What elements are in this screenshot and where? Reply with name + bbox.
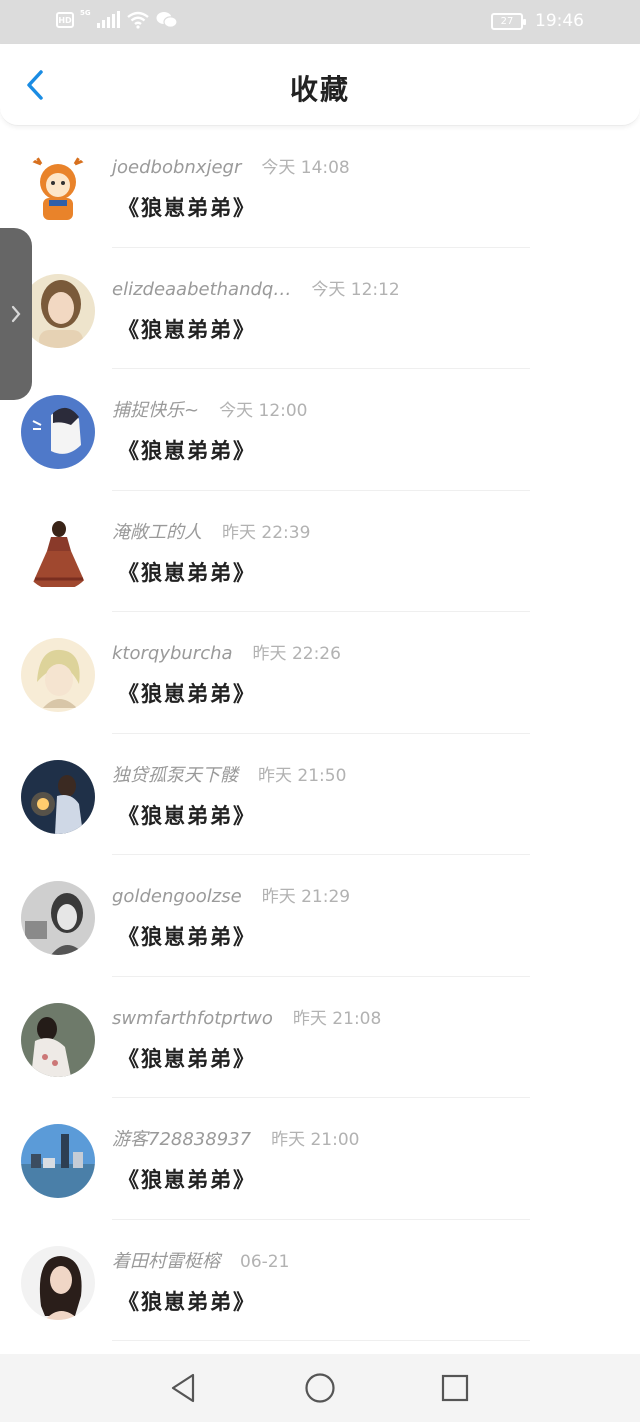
timestamp: 昨天 22:39	[222, 522, 311, 543]
timestamp: 06-21	[240, 1251, 290, 1272]
meta-line: 捕捉快乐~ 今天 12:00	[112, 396, 308, 422]
meta-line: ktorqyburcha 昨天 22:26	[112, 639, 341, 664]
nav-back-button[interactable]	[165, 1370, 201, 1406]
list-item[interactable]: goldengoolzse 昨天 21:29 《狼崽弟弟》	[0, 855, 640, 977]
username: joedbobnxjegr	[112, 157, 242, 178]
hd-icon: HD	[56, 12, 74, 28]
network-type: 5G	[80, 9, 91, 17]
back-triangle-icon	[171, 1373, 195, 1403]
username: 独贷孤泵天下髅	[112, 764, 238, 786]
avatar	[21, 152, 95, 226]
avatar	[21, 759, 95, 834]
nav-recents-button[interactable]	[437, 1370, 473, 1406]
avatar	[21, 1002, 95, 1077]
list-item[interactable]: 独贷孤泵天下髅 昨天 21:50 《狼崽弟弟》	[0, 734, 640, 855]
side-panel-tab[interactable]	[0, 228, 32, 400]
list-item[interactable]: 淹敞工的人 昨天 22:39 《狼崽弟弟》	[0, 491, 640, 612]
avatar	[21, 273, 95, 348]
item-title: 《狼崽弟弟》	[118, 196, 256, 220]
username: 淹敞工的人	[112, 521, 202, 543]
timestamp: 昨天 22:26	[252, 644, 341, 664]
avatar	[21, 395, 95, 469]
list-item[interactable]: joedbobnxjegr 今天 14:08 《狼崽弟弟》	[0, 126, 640, 248]
username: goldengoolzse	[112, 886, 242, 907]
item-title: 《狼崽弟弟》	[118, 1289, 256, 1314]
username: 游客728838937	[112, 1129, 252, 1150]
timestamp: 昨天 21:08	[292, 1008, 382, 1029]
item-title: 《狼崽弟弟》	[118, 803, 256, 828]
avatar	[21, 881, 95, 955]
favorites-list: joedbobnxjegr 今天 14:08 《狼崽弟弟》 elizdeaabe…	[0, 126, 640, 1341]
avatar	[21, 1124, 95, 1198]
header: 收藏	[0, 44, 640, 126]
avatar	[21, 516, 95, 591]
battery-icon: 27	[491, 12, 526, 30]
timestamp: 昨天 21:50	[258, 765, 347, 786]
username: elizdeaabethandq…	[112, 278, 292, 300]
list-item[interactable]: ktorqyburcha 昨天 22:26 《狼崽弟弟》	[0, 612, 640, 734]
username: ktorqyburcha	[112, 643, 233, 664]
timestamp: 今天 14:08	[261, 158, 350, 178]
timestamp: 今天 12:12	[311, 279, 400, 300]
item-title: 《狼崽弟弟》	[118, 560, 256, 585]
meta-line: goldengoolzse 昨天 21:29	[112, 882, 350, 907]
item-title: 《狼崽弟弟》	[118, 317, 256, 342]
item-title: 《狼崽弟弟》	[118, 439, 256, 463]
list-item[interactable]: 游客728838937 昨天 21:00 《狼崽弟弟》	[0, 1098, 640, 1220]
page-title: 收藏	[289, 73, 350, 106]
avatar	[21, 638, 95, 712]
clock: 19:46	[535, 11, 584, 31]
nav-home-button[interactable]	[302, 1370, 338, 1406]
home-circle-icon	[305, 1373, 335, 1403]
timestamp: 昨天 21:29	[261, 887, 351, 907]
avatar	[21, 1245, 95, 1320]
system-nav-bar	[0, 1354, 640, 1422]
item-title: 《狼崽弟弟》	[118, 925, 256, 949]
list-item[interactable]: 捕捉快乐~ 今天 12:00 《狼崽弟弟》	[0, 369, 640, 491]
meta-line: 独贷孤泵天下髅 昨天 21:50	[112, 761, 346, 787]
item-title: 《狼崽弟弟》	[118, 1168, 256, 1192]
meta-line: joedbobnxjegr 今天 14:08	[112, 153, 350, 178]
status-icons-left: HD 5G	[56, 9, 178, 29]
status-icons-right: 27 19:46	[491, 11, 584, 31]
meta-line: 游客728838937 昨天 21:00	[112, 1125, 359, 1151]
list-item[interactable]: 着田村雷梃榕 06-21 《狼崽弟弟》	[0, 1220, 640, 1341]
timestamp: 昨天 21:00	[271, 1130, 360, 1150]
status-bar: HD 5G 27 19:46	[0, 0, 640, 44]
meta-line: 着田村雷梃榕 06-21	[112, 1247, 289, 1273]
timestamp: 今天 12:00	[219, 401, 308, 421]
meta-line: swmfarthfotprtwo 昨天 21:08	[112, 1004, 381, 1029]
wechat-icon	[156, 12, 178, 28]
username: swmfarthfotprtwo	[112, 1007, 273, 1029]
username: 着田村雷梃榕	[112, 1250, 220, 1272]
list-item[interactable]: elizdeaabethandq… 今天 12:12 《狼崽弟弟》	[0, 248, 640, 369]
list-item[interactable]: swmfarthfotprtwo 昨天 21:08 《狼崽弟弟》	[0, 977, 640, 1098]
divider	[112, 1340, 530, 1341]
chevron-right-icon	[11, 305, 21, 323]
wifi-icon	[126, 11, 149, 29]
meta-line: elizdeaabethandq… 今天 12:12	[112, 275, 400, 300]
item-title: 《狼崽弟弟》	[118, 682, 256, 706]
username: 捕捉快乐~	[112, 400, 200, 421]
signal-icon	[96, 11, 120, 28]
item-title: 《狼崽弟弟》	[118, 1046, 256, 1071]
recents-square-icon	[441, 1374, 469, 1402]
meta-line: 淹敞工的人 昨天 22:39	[112, 518, 310, 544]
